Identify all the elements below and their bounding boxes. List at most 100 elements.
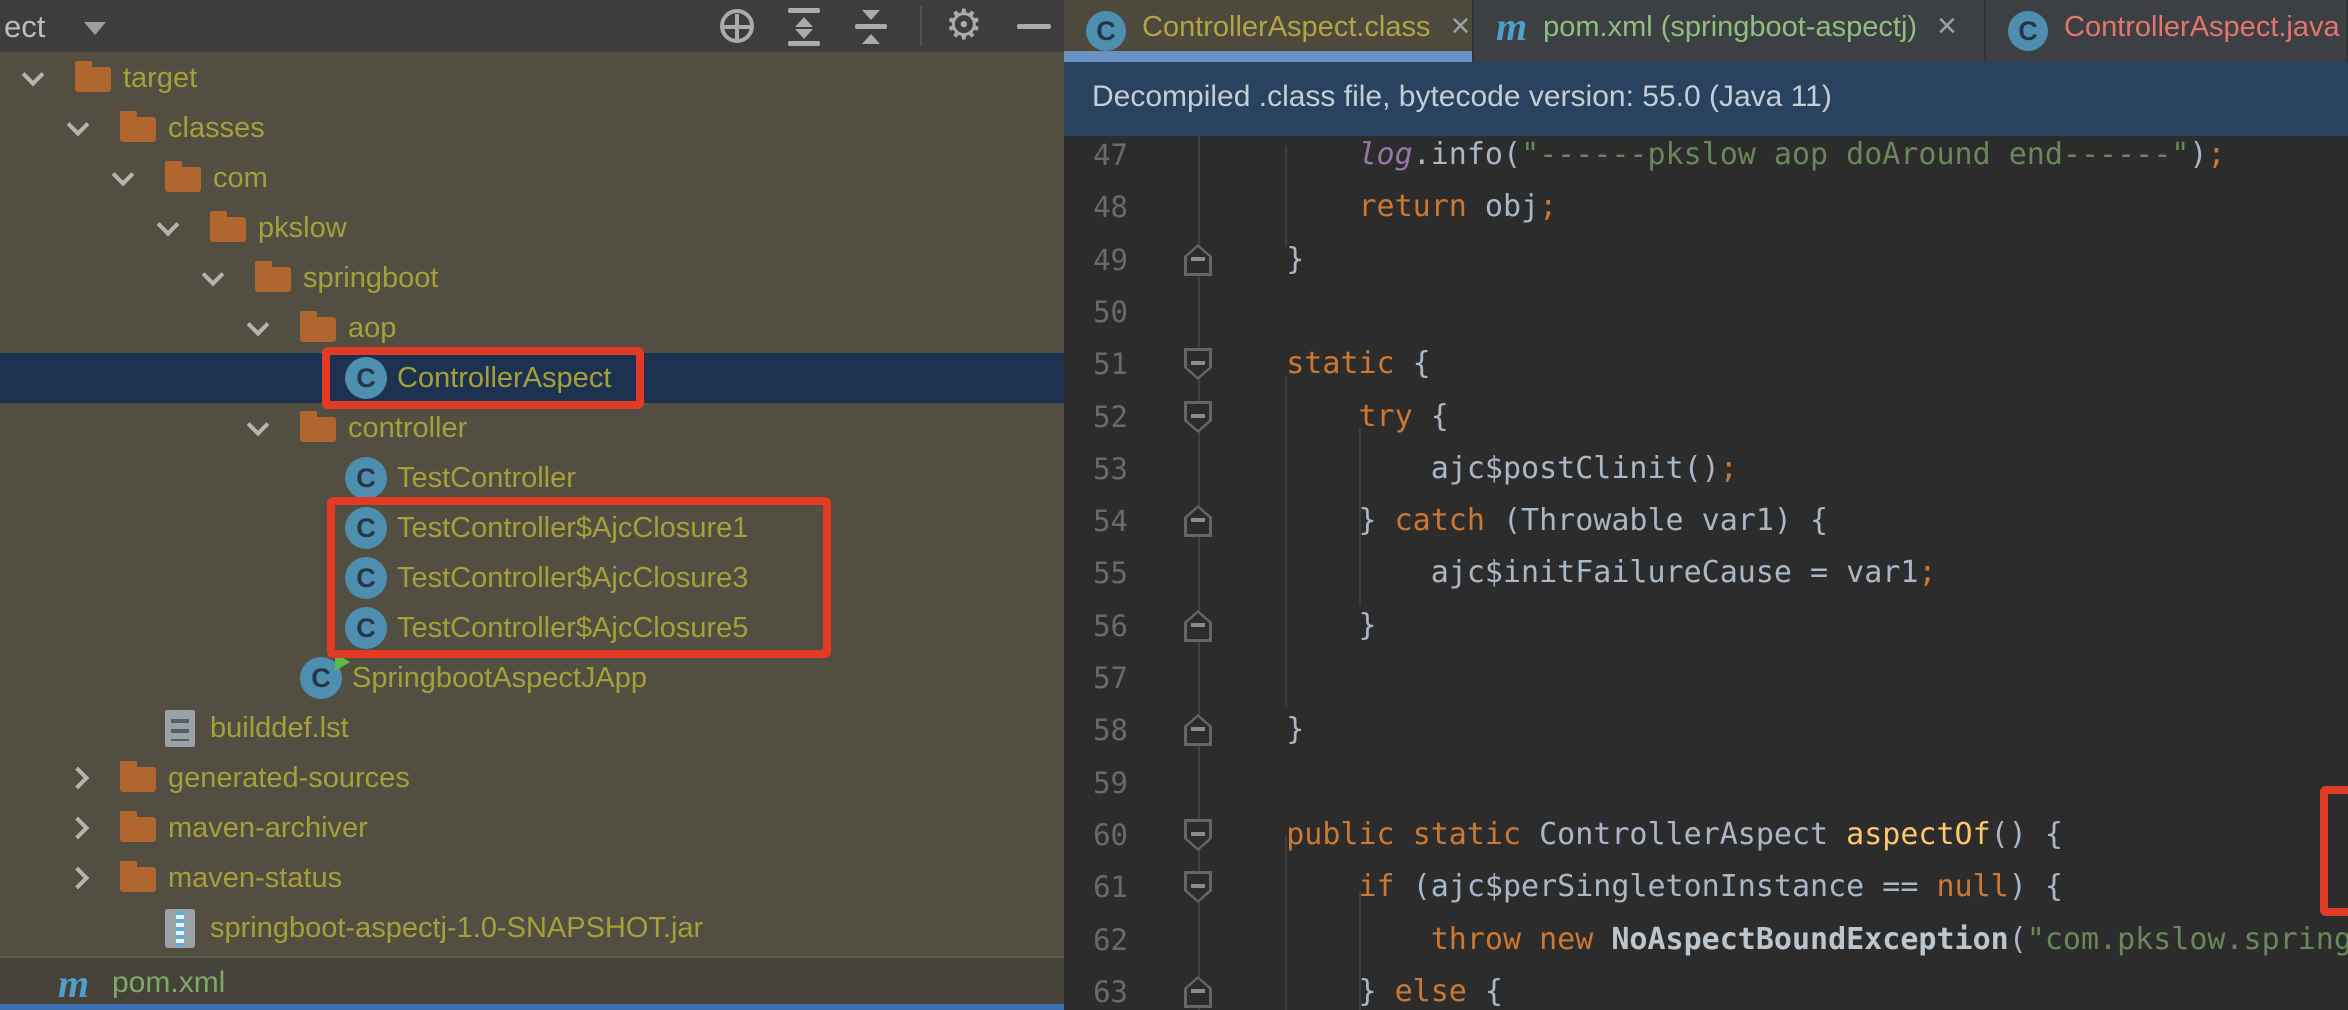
code-line-49[interactable]: } [1214,234,1304,286]
chevron-down-icon[interactable] [247,314,270,337]
tree-item-label: springboot-aspectj-1.0-SNAPSHOT.jar [210,903,703,953]
line-number: 51 [1064,338,1128,390]
tree-item-springboot-aspectj-1-0-SNAPSHOT-jar[interactable]: springboot-aspectj-1.0-SNAPSHOT.jar [0,903,1064,953]
settings-icon[interactable]: ⚙ [945,2,985,40]
fold-marker-icon[interactable] [1184,871,1212,903]
tree-item-com[interactable]: com [0,153,1064,203]
folder-icon [300,417,336,442]
chevron-down-icon[interactable] [157,214,180,237]
fold-marker-icon[interactable] [1184,401,1212,433]
editor-tab-bar: C ControllerAspect.class ×mpom.xml (spring… [1064,0,2348,62]
chevron-down-icon[interactable] [112,164,135,187]
fold-marker-icon[interactable] [1184,714,1212,746]
close-icon[interactable]: × [1451,7,1471,46]
code-line-56[interactable]: } [1214,600,1377,652]
line-number: 53 [1064,443,1128,495]
maven-icon: m [1496,7,1527,47]
code-editor[interactable]: 47 log.info("------pkslow aop doAround e… [1064,136,2348,1010]
ide-window: ect ⚙ targetclassescompkslowspringbootao… [0,0,2348,1010]
code-line-55[interactable]: ajc$initFailureCause = var1; [1214,547,1936,599]
fold-marker-icon[interactable] [1184,348,1212,380]
code-line-54[interactable]: } catch (Throwable var1) { [1214,495,1828,547]
editor-tab-ControllerAspect-class[interactable]: C ControllerAspect.class × [1064,0,1474,62]
folder-icon [120,767,156,792]
line-number: 60 [1064,809,1128,861]
class-icon: C [1086,11,1126,51]
line-number: 47 [1064,136,1128,181]
tree-item-label: maven-status [168,853,342,903]
collapse-all-icon[interactable] [852,8,892,46]
code-line-60[interactable]: public static ControllerAspect aspectOf(… [1214,809,2063,861]
tree-item-label: springboot [303,253,438,303]
close-icon[interactable]: × [1937,7,1957,46]
chevron-down-icon[interactable] [202,264,225,287]
tree-item-label: aop [348,303,396,353]
tree-item-controller[interactable]: controller [0,403,1064,453]
line-number: 62 [1064,914,1128,966]
code-line-58[interactable]: } [1214,704,1304,756]
chevron-right-icon[interactable] [67,767,90,790]
tree-item-generated-sources[interactable]: generated-sources [0,753,1064,803]
fold-marker-icon[interactable] [1184,505,1212,537]
chevron-down-icon[interactable] [247,414,270,437]
locate-icon[interactable] [718,8,758,46]
folder-icon [165,167,201,192]
bottom-file-bar[interactable]: m pom.xml [0,956,1064,1004]
editor-tab-ControllerAspect-java[interactable]: CControllerAspect.java× [1986,0,2348,62]
tree-item-label: SpringbootAspectJApp [352,653,647,703]
tree-item-label: generated-sources [168,753,410,803]
code-line-51[interactable]: static { [1214,338,1431,390]
class-icon: C [2008,11,2048,51]
tree-item-SpringbootAspectJApp[interactable]: CSpringbootAspectJApp [0,653,1064,703]
line-number: 56 [1064,600,1128,652]
tree-item-target[interactable]: target [0,53,1064,103]
tree-item-builddef-lst[interactable]: builddef.lst [0,703,1064,753]
code-line-53[interactable]: ajc$postClinit(); [1214,443,1738,495]
editor-tab-pom-xml-springboot-aspectj-[interactable]: mpom.xml (springboot-aspectj)× [1474,0,1986,62]
line-number: 63 [1064,966,1128,1010]
line-number: 50 [1064,286,1128,338]
line-number: 55 [1064,547,1128,599]
chevron-right-icon[interactable] [67,867,90,890]
tree-item-label: builddef.lst [210,703,349,753]
code-line-62[interactable]: throw new NoAspectBoundException("com.pk… [1214,914,2348,966]
tree-item-maven-archiver[interactable]: maven-archiver [0,803,1064,853]
fold-marker-icon[interactable] [1184,244,1212,276]
bottom-accent-strip [0,1004,1064,1010]
tree-item-maven-status[interactable]: maven-status [0,853,1064,903]
tree-item-pkslow[interactable]: pkslow [0,203,1064,253]
code-line-47[interactable]: log.info("------pkslow aop doAround end-… [1214,136,2225,181]
tree-item-label: com [213,153,268,203]
chevron-down-icon[interactable] [67,114,90,137]
code-line-52[interactable]: try { [1214,391,1449,443]
chevron-down-icon[interactable] [22,64,45,87]
hide-panel-icon[interactable] [1015,8,1055,46]
expand-all-icon[interactable] [785,8,825,46]
folder-icon [75,67,111,92]
code-line-61[interactable]: if (ajc$perSingletonInstance == null) { [1214,861,2063,913]
code-line-48[interactable]: return obj; [1214,181,1557,233]
tree-item-aop[interactable]: aop [0,303,1064,353]
tree-item-TestController[interactable]: CTestController [0,453,1064,503]
runnable-class-icon: C [300,657,342,699]
tab-label: ControllerAspect.java [2064,11,2340,44]
folder-icon [120,867,156,892]
file-icon [165,710,195,747]
line-number: 49 [1064,234,1128,286]
tree-item-label: controller [348,403,467,453]
project-view-title[interactable]: ect [4,9,45,45]
chevron-down-icon[interactable] [84,22,106,35]
fold-marker-icon[interactable] [1184,819,1212,851]
folder-icon [120,817,156,842]
editor-area: C ControllerAspect.class ×mpom.xml (spring… [1064,0,2348,1010]
chevron-right-icon[interactable] [67,817,90,840]
line-number: 58 [1064,704,1128,756]
tab-label: ControllerAspect.class [1142,11,1431,44]
tree-item-springboot[interactable]: springboot [0,253,1064,303]
fold-marker-icon[interactable] [1184,976,1212,1008]
toolbar-separator [920,6,922,46]
line-number: 52 [1064,391,1128,443]
fold-marker-icon[interactable] [1184,610,1212,642]
code-line-63[interactable]: } else { [1214,966,1503,1010]
tree-item-classes[interactable]: classes [0,103,1064,153]
